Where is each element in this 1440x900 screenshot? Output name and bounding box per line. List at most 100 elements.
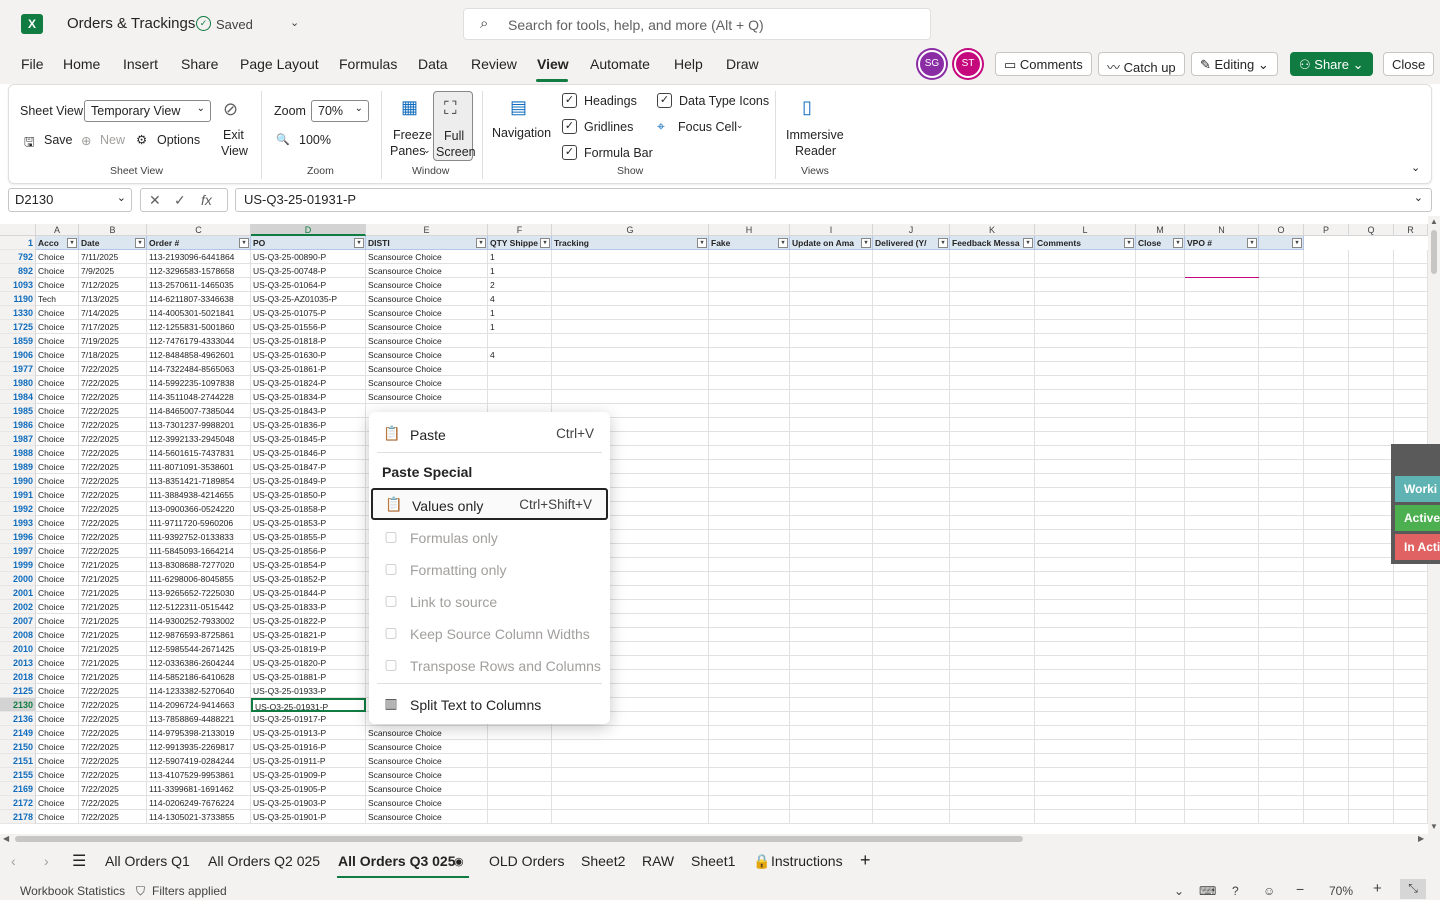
column-header-m[interactable]: M [1136, 224, 1185, 236]
table-cell[interactable]: Choice [36, 432, 79, 446]
table-cell[interactable]: 114-3511048-2744228 [147, 390, 251, 404]
table-cell[interactable]: 7/22/2025 [79, 404, 147, 418]
row-header[interactable]: 2010 [0, 642, 36, 656]
empty-cell[interactable] [1259, 726, 1304, 740]
table-cell[interactable]: 1 [488, 306, 552, 320]
table-cell[interactable]: US-Q3-25-01844-P [251, 586, 366, 600]
empty-cell[interactable] [1185, 348, 1259, 362]
empty-cell[interactable] [1185, 614, 1259, 628]
avatar-sg[interactable]: SG [918, 50, 946, 78]
table-cell[interactable] [488, 768, 552, 782]
empty-cell[interactable] [1304, 390, 1349, 404]
table-cell[interactable]: 7/22/2025 [79, 796, 147, 810]
empty-cell[interactable] [950, 600, 1035, 614]
table-cell[interactable]: Choice [36, 376, 79, 390]
empty-cell[interactable] [1136, 656, 1185, 670]
table-cell[interactable]: Choice [36, 460, 79, 474]
empty-cell[interactable] [1394, 390, 1428, 404]
table-cell[interactable]: Choice [36, 502, 79, 516]
empty-cell[interactable] [1185, 362, 1259, 376]
empty-cell[interactable] [1259, 754, 1304, 768]
empty-cell[interactable] [1035, 264, 1136, 278]
keyboard-icon[interactable]: ⌨ [1199, 884, 1216, 898]
row-header[interactable]: 2125 [0, 684, 36, 698]
table-cell[interactable] [488, 362, 552, 376]
empty-cell[interactable] [1304, 656, 1349, 670]
tab-all-orders-q2[interactable]: All Orders Q2 025 [208, 853, 320, 869]
table-header-cell[interactable]: Feedback Messa ▾ [950, 236, 1035, 250]
empty-cell[interactable] [1136, 516, 1185, 530]
empty-cell[interactable] [1259, 390, 1304, 404]
table-cell[interactable]: Choice [36, 712, 79, 726]
table-cell[interactable]: 7/17/2025 [79, 320, 147, 334]
empty-cell[interactable] [1349, 712, 1394, 726]
empty-cell[interactable] [950, 390, 1035, 404]
empty-cell[interactable] [873, 404, 950, 418]
row-header[interactable]: 2008 [0, 628, 36, 642]
filter-dropdown-icon[interactable]: ▾ [135, 238, 145, 248]
close-button[interactable]: Close [1383, 52, 1435, 76]
table-cell[interactable]: Scansource Choice [366, 740, 488, 754]
empty-cell[interactable] [873, 642, 950, 656]
catch-up-button[interactable]: 〰 Catch up [1098, 52, 1185, 76]
table-cell[interactable]: US-Q3-25-01852-P [251, 572, 366, 586]
empty-cell[interactable] [873, 278, 950, 292]
empty-cell[interactable] [1304, 418, 1349, 432]
table-cell[interactable]: Scansource Choice [366, 292, 488, 306]
table-cell[interactable]: 112-5122311-0515442 [147, 600, 251, 614]
table-cell[interactable]: 112-1255831-5001860 [147, 320, 251, 334]
empty-cell[interactable] [1394, 782, 1428, 796]
table-cell[interactable]: Choice [36, 796, 79, 810]
empty-cell[interactable] [1136, 488, 1185, 502]
empty-cell[interactable] [709, 544, 790, 558]
empty-cell[interactable] [1259, 712, 1304, 726]
empty-cell[interactable] [950, 306, 1035, 320]
empty-cell[interactable] [709, 306, 790, 320]
feedback-icon[interactable]: ☺ [1263, 884, 1275, 898]
empty-cell[interactable] [1185, 390, 1259, 404]
empty-cell[interactable] [1136, 278, 1185, 292]
empty-cell[interactable] [1185, 810, 1259, 824]
gridlines-checkbox[interactable]: ✓ [562, 119, 577, 134]
column-header-h[interactable]: H [709, 224, 790, 236]
table-cell[interactable]: US-Q3-25-01858-P [251, 502, 366, 516]
empty-cell[interactable] [1259, 418, 1304, 432]
table-cell[interactable]: 114-8465007-7385044 [147, 404, 251, 418]
empty-cell[interactable] [950, 404, 1035, 418]
expand-formula-bar-icon[interactable]: ⌄ [1414, 191, 1423, 204]
empty-cell[interactable] [1185, 530, 1259, 544]
empty-cell[interactable] [1304, 670, 1349, 684]
empty-cell[interactable] [709, 250, 790, 264]
table-cell[interactable]: Choice [36, 572, 79, 586]
table-cell[interactable]: 7/22/2025 [79, 446, 147, 460]
table-cell[interactable]: 114-4005301-5021841 [147, 306, 251, 320]
table-cell[interactable]: US-Q3-25-01853-P [251, 516, 366, 530]
empty-cell[interactable] [1259, 334, 1304, 348]
empty-cell[interactable] [1136, 726, 1185, 740]
empty-cell[interactable] [790, 600, 873, 614]
avatar-st[interactable]: ST [954, 50, 982, 78]
empty-cell[interactable] [1259, 530, 1304, 544]
table-header-cell[interactable]: QTY Shippe ▾ [488, 236, 552, 250]
empty-cell[interactable] [1035, 726, 1136, 740]
empty-cell[interactable] [1394, 320, 1428, 334]
empty-cell[interactable] [950, 740, 1035, 754]
empty-cell[interactable] [1259, 362, 1304, 376]
empty-cell[interactable] [950, 362, 1035, 376]
table-cell[interactable]: 111-8071091-3538601 [147, 460, 251, 474]
empty-cell[interactable] [709, 390, 790, 404]
table-cell[interactable]: 114-0206249-7676224 [147, 796, 251, 810]
empty-cell[interactable] [1349, 264, 1394, 278]
row-header[interactable]: 2149 [0, 726, 36, 740]
column-header-q[interactable]: Q [1349, 224, 1394, 236]
empty-cell[interactable] [1185, 474, 1259, 488]
navigation-button[interactable]: Navigation [492, 126, 551, 140]
empty-cell[interactable] [1349, 460, 1394, 474]
empty-cell[interactable] [1136, 782, 1185, 796]
column-header-e[interactable]: E [366, 224, 488, 236]
table-cell[interactable]: Choice [36, 684, 79, 698]
table-cell[interactable]: Choice [36, 544, 79, 558]
empty-cell[interactable] [1035, 796, 1136, 810]
empty-cell[interactable] [1304, 334, 1349, 348]
empty-cell[interactable] [552, 264, 709, 278]
